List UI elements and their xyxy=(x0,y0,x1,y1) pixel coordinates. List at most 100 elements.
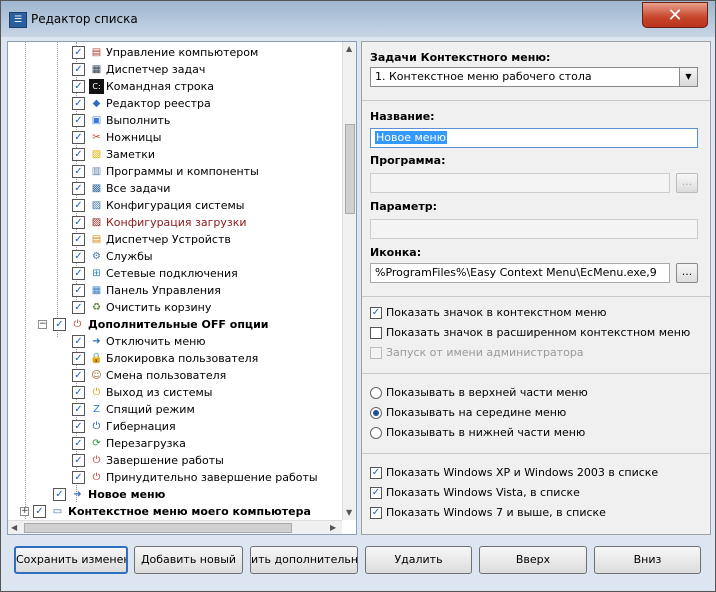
icon-browse-button[interactable]: ... xyxy=(676,263,698,283)
tree-item-checkbox[interactable]: ✓ xyxy=(53,488,66,501)
scroll-up-icon[interactable]: ▲ xyxy=(346,44,352,53)
tree-item[interactable]: ✓ ⏻ Гибернация xyxy=(8,418,338,435)
tree-item[interactable]: ✓ ⊞ Сетевые подключения xyxy=(8,265,338,282)
tree-item-checkbox[interactable]: ✓ xyxy=(72,284,85,297)
tree-item-checkbox[interactable]: ✓ xyxy=(72,233,85,246)
tree-item[interactable]: ✓ ♻ Очистить корзину xyxy=(8,299,338,316)
scroll-left-icon[interactable]: ◀ xyxy=(11,523,17,532)
icon-path-input[interactable]: %ProgramFiles%\Easy Context Menu\EcMenu.… xyxy=(370,263,670,283)
position-bottom-radio[interactable] xyxy=(370,427,382,439)
tree-item-checkbox[interactable]: ✓ xyxy=(72,114,85,127)
tree-item[interactable]: ✓ ⏻ Принудительно завершение работы xyxy=(8,469,338,486)
title-bar[interactable]: ☰ Редактор списка ✕ xyxy=(1,1,715,37)
divider xyxy=(362,100,710,101)
tree-item-label: Принудительно завершение работы xyxy=(106,471,318,484)
tree-item[interactable]: ✓ Z Спящий режим xyxy=(8,401,338,418)
expand-icon[interactable]: + xyxy=(20,507,29,516)
delete-button[interactable]: Удалить xyxy=(365,546,472,574)
win-xp-checkbox[interactable]: ✓ xyxy=(370,467,382,479)
tree-item[interactable]: ✓ ▦ Диспетчер задач xyxy=(8,61,338,78)
tree-item[interactable]: ✓ ▣ Выполнить xyxy=(8,112,338,129)
win-vista-checkbox[interactable]: ✓ xyxy=(370,487,382,499)
tree-item-checkbox[interactable]: ✓ xyxy=(72,250,85,263)
tree-item[interactable]: ✓ ✂ Ножницы xyxy=(8,129,338,146)
tree-item[interactable]: ✓ ▧ Заметки xyxy=(8,146,338,163)
show-icon-checkbox[interactable]: ✓ xyxy=(370,307,382,319)
tree-item[interactable]: ✓ ⟳ Перезагрузка xyxy=(8,435,338,452)
vertical-scrollbar[interactable]: ▲ ▼ xyxy=(342,42,356,520)
tree-item-checkbox[interactable]: ✓ xyxy=(72,148,85,161)
tree-item[interactable]: ✓ ▤ Диспетчер Устройств xyxy=(8,231,338,248)
tree-item-checkbox[interactable]: ✓ xyxy=(72,267,85,280)
param-label: Параметр: xyxy=(370,200,438,213)
tree-item-checkbox[interactable]: ✓ xyxy=(72,97,85,110)
tree-item-checkbox[interactable]: ✓ xyxy=(72,131,85,144)
tree-item-checkbox[interactable]: ✓ xyxy=(72,471,85,484)
horizontal-scroll-thumb[interactable] xyxy=(24,523,292,533)
tree-item[interactable]: ✓ ▤ Управление компьютером xyxy=(8,44,338,61)
tree-item[interactable]: ✓ ▦ Панель Управления xyxy=(8,282,338,299)
param-input[interactable] xyxy=(370,219,698,239)
tree-item-checkbox[interactable]: ✓ xyxy=(72,437,85,450)
add-extra-button[interactable]: ить дополнительное xyxy=(250,546,358,574)
scroll-right-icon[interactable]: ▶ xyxy=(330,523,336,532)
tree-item-checkbox[interactable]: ✓ xyxy=(72,420,85,433)
name-label: Название: xyxy=(370,110,435,123)
tree-item-checkbox[interactable]: ✓ xyxy=(72,369,85,382)
position-middle-radio[interactable] xyxy=(370,407,382,419)
tree-item[interactable]: ✓ ⏻ Выход из системы xyxy=(8,384,338,401)
tree-item-checkbox[interactable]: ✓ xyxy=(72,63,85,76)
tree-item[interactable]: ✓ C: Командная строка xyxy=(8,78,338,95)
tree-item[interactable]: ✓ ➜ Отключить меню xyxy=(8,333,338,350)
close-button[interactable]: ✕ xyxy=(642,2,708,28)
tree-item[interactable]: ✓ ➜ Новое меню xyxy=(8,486,338,503)
tree-item[interactable]: − ✓ ⏻ Дополнительные OFF опции xyxy=(8,316,338,333)
tree-item-checkbox[interactable]: ✓ xyxy=(72,335,85,348)
tree-item-checkbox[interactable]: ✓ xyxy=(72,199,85,212)
scroll-down-icon[interactable]: ▼ xyxy=(346,508,352,517)
collapse-icon[interactable]: − xyxy=(38,320,47,329)
horizontal-scrollbar[interactable]: ◀ ▶ xyxy=(8,520,342,534)
position-top-radio[interactable] xyxy=(370,387,382,399)
tasks-combobox[interactable]: 1. Контекстное меню рабочего стола ▼ xyxy=(370,67,698,87)
name-input[interactable]: Новое меню xyxy=(370,128,698,148)
tree-item[interactable]: ✓ ◆ Редактор реестра xyxy=(8,95,338,112)
add-new-button[interactable]: Добавить новый xyxy=(134,546,243,574)
services-icon: ⚙ xyxy=(92,251,101,262)
vertical-scroll-thumb[interactable] xyxy=(345,124,355,214)
tree-item-checkbox[interactable]: ✓ xyxy=(53,318,66,331)
tree-item[interactable]: ✓ ⏻ Завершение работы xyxy=(8,452,338,469)
tree-item-checkbox[interactable]: ✓ xyxy=(72,182,85,195)
chevron-down-icon[interactable]: ▼ xyxy=(679,68,697,86)
save-button[interactable]: Сохранить изменения xyxy=(14,546,128,574)
tree-item-checkbox[interactable]: ✓ xyxy=(72,80,85,93)
show-icon-extended-checkbox[interactable] xyxy=(370,327,382,339)
program-input[interactable] xyxy=(370,173,670,193)
tree-item-checkbox[interactable]: ✓ xyxy=(72,403,85,416)
tree-item[interactable]: ✓ ☺ Смена пользователя xyxy=(8,367,338,384)
tree-item-checkbox[interactable]: ✓ xyxy=(72,216,85,229)
tree-item-checkbox[interactable]: ✓ xyxy=(72,46,85,59)
tree-item-checkbox[interactable]: ✓ xyxy=(72,454,85,467)
tree-item[interactable]: ✓ ▥ Программы и компоненты xyxy=(8,163,338,180)
tree-item[interactable]: ✓ ⚙ Службы xyxy=(8,248,338,265)
tree-item-checkbox[interactable]: ✓ xyxy=(72,301,85,314)
tree-item-label: Гибернация xyxy=(106,420,176,433)
down-button[interactable]: Вниз xyxy=(594,546,701,574)
win-7-checkbox[interactable]: ✓ xyxy=(370,507,382,519)
tasks-combobox-value: 1. Контекстное меню рабочего стола xyxy=(375,70,592,83)
up-button[interactable]: Вверх xyxy=(479,546,587,574)
run-as-admin-checkbox[interactable] xyxy=(370,347,382,359)
tree-item[interactable]: + ✓ ▭ Контекстное меню моего компьютера xyxy=(8,503,338,520)
tree-item-checkbox[interactable]: ✓ xyxy=(72,165,85,178)
menu-tree[interactable]: ✓ ▤ Управление компьютером ✓ ▦ Диспетчер зада… xyxy=(7,41,357,535)
tree-item-checkbox[interactable]: ✓ xyxy=(72,352,85,365)
tree-item-checkbox[interactable]: ✓ xyxy=(33,505,46,518)
position-middle-label: Показывать на середине меню xyxy=(386,406,567,419)
tree-item[interactable]: ✓ 🔒 Блокировка пользователя xyxy=(8,350,338,367)
tree-item[interactable]: ✓ ▨ Конфигурация загрузки xyxy=(8,214,338,231)
program-browse-button[interactable]: ... xyxy=(676,173,698,193)
tree-item[interactable]: ✓ ▩ Все задачи xyxy=(8,180,338,197)
tree-item-checkbox[interactable]: ✓ xyxy=(72,386,85,399)
tree-item[interactable]: ✓ ▨ Конфигурация системы xyxy=(8,197,338,214)
